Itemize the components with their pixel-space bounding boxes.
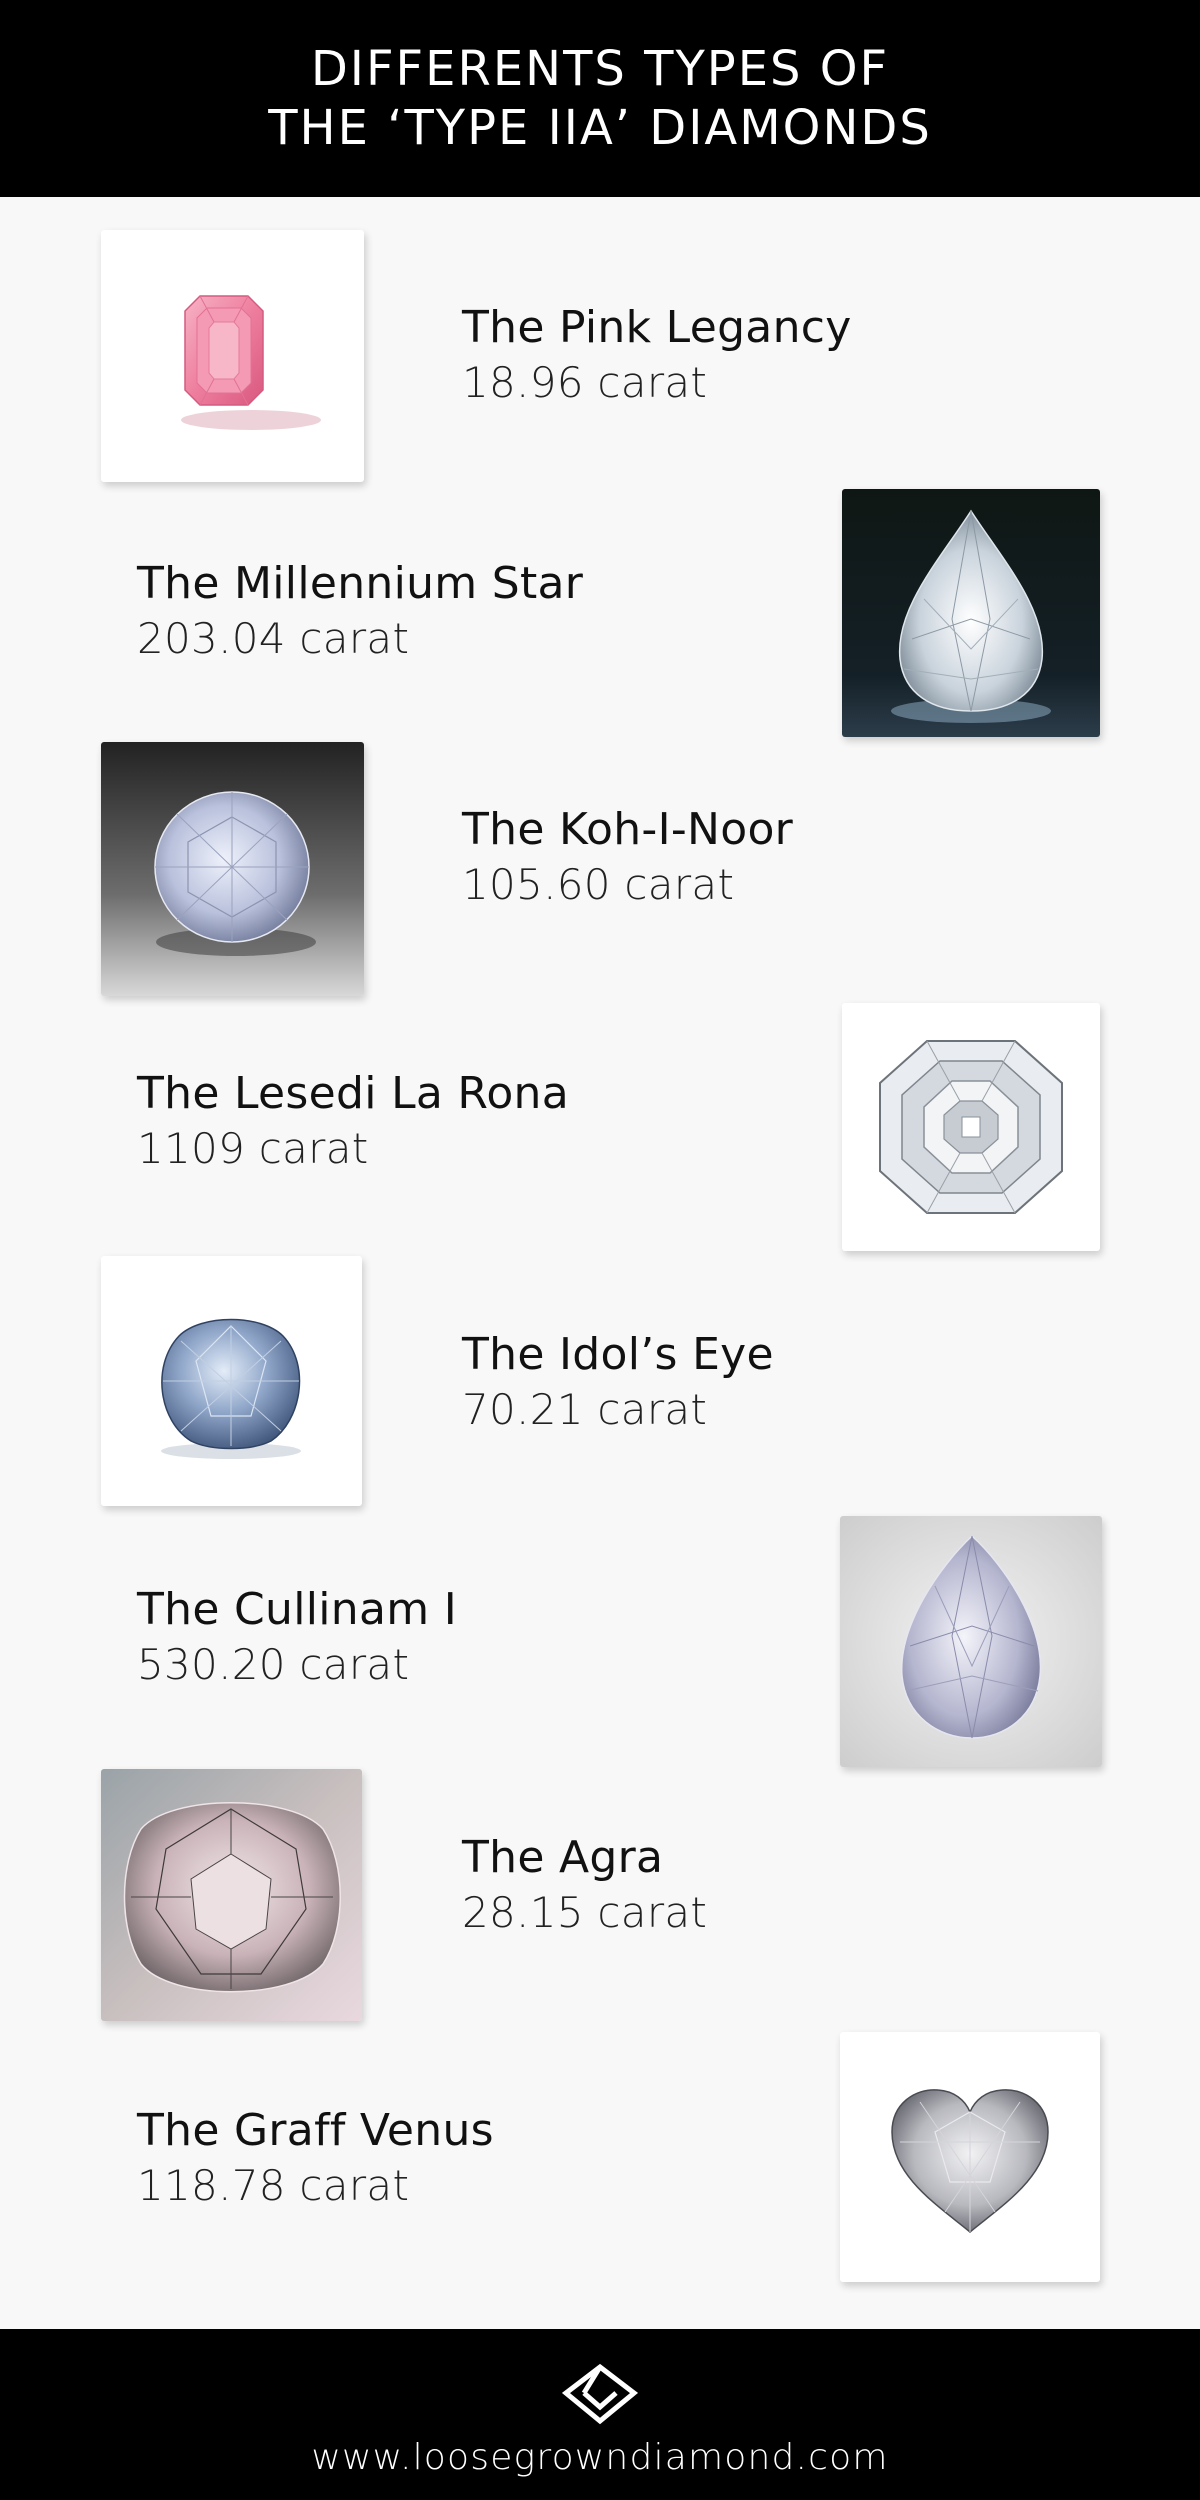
heart-shaped-diamond-icon — [891, 2089, 1049, 2233]
diamond-name: The Cullinam I — [137, 1584, 457, 1635]
diamond-name: The Graff Venus — [137, 2105, 494, 2156]
diamond-weight: 105.60 carat — [462, 860, 735, 909]
pink-emerald-cut-diamond-icon — [181, 295, 321, 430]
diamond-weight: 118.78 carat — [137, 2161, 410, 2210]
diamond-name: The Koh-I-Noor — [462, 804, 794, 855]
diamond-image-agra — [101, 1769, 362, 2021]
page-header: DIFFERENTS TYPES OF THE ‘TYPE IIA’ DIAMO… — [0, 0, 1200, 197]
diamond-image-cullinam-i — [840, 1516, 1102, 1767]
diamond-name: The Lesedi La Rona — [137, 1068, 569, 1119]
diamond-weight: 28.15 carat — [462, 1888, 708, 1937]
title-line-1: DIFFERENTS TYPES OF — [310, 40, 890, 97]
diamond-info-koh-i-noor: The Koh-I-Noor 105.60 carat — [462, 802, 793, 912]
diamond-info-graff-venus: The Graff Venus 118.78 carat — [137, 2103, 494, 2213]
title-line-2: THE ‘TYPE IIA’ DIAMONDS — [268, 99, 932, 156]
diamond-weight: 1109 carat — [137, 1124, 369, 1173]
diamond-weight: 203.04 carat — [137, 614, 410, 663]
pink-cushion-diamond-closeup-icon — [101, 1769, 362, 2021]
diamond-name: The Millennium Star — [137, 558, 584, 609]
diamond-weight: 70.21 carat — [462, 1385, 708, 1434]
diamond-image-koh-i-noor — [101, 742, 364, 996]
diamond-image-idols-eye — [101, 1256, 362, 1506]
diamond-info-agra: The Agra 28.15 carat — [462, 1830, 707, 1940]
diamond-image-millennium-star — [842, 489, 1100, 737]
square-emerald-cut-diamond-icon — [879, 1040, 1063, 1214]
diamond-image-graff-venus — [840, 2032, 1100, 2282]
diamond-info-pink-legancy: The Pink Legancy 18.96 carat — [462, 300, 852, 410]
diamond-weight: 18.96 carat — [462, 358, 708, 407]
page-footer: www.loosegrowndiamond.com — [0, 2329, 1200, 2500]
pear-diamond-dark-background-icon — [842, 489, 1100, 737]
diamond-logo-icon — [562, 2363, 638, 2425]
diamond-name: The Pink Legancy — [462, 302, 852, 353]
diamond-image-lesedi-la-rona — [842, 1003, 1100, 1251]
diamond-info-millennium-star: The Millennium Star 203.04 carat — [137, 556, 583, 666]
oval-diamond-gray-background-icon — [101, 742, 364, 996]
cushion-blue-diamond-icon — [161, 1318, 301, 1459]
diamond-info-cullinam-i: The Cullinam I 530.20 carat — [137, 1582, 457, 1692]
diamond-weight: 530.20 carat — [137, 1640, 410, 1689]
pear-diamond-light-background-icon — [840, 1516, 1102, 1767]
diamond-name: The Agra — [462, 1832, 664, 1883]
diamond-image-pink-legancy — [101, 230, 364, 482]
diamond-name: The Idol’s Eye — [462, 1329, 774, 1380]
diamond-info-idols-eye: The Idol’s Eye 70.21 carat — [462, 1327, 774, 1437]
diamond-info-lesedi-la-rona: The Lesedi La Rona 1109 carat — [137, 1066, 569, 1176]
website-url[interactable]: www.loosegrowndiamond.com — [0, 2437, 1200, 2478]
